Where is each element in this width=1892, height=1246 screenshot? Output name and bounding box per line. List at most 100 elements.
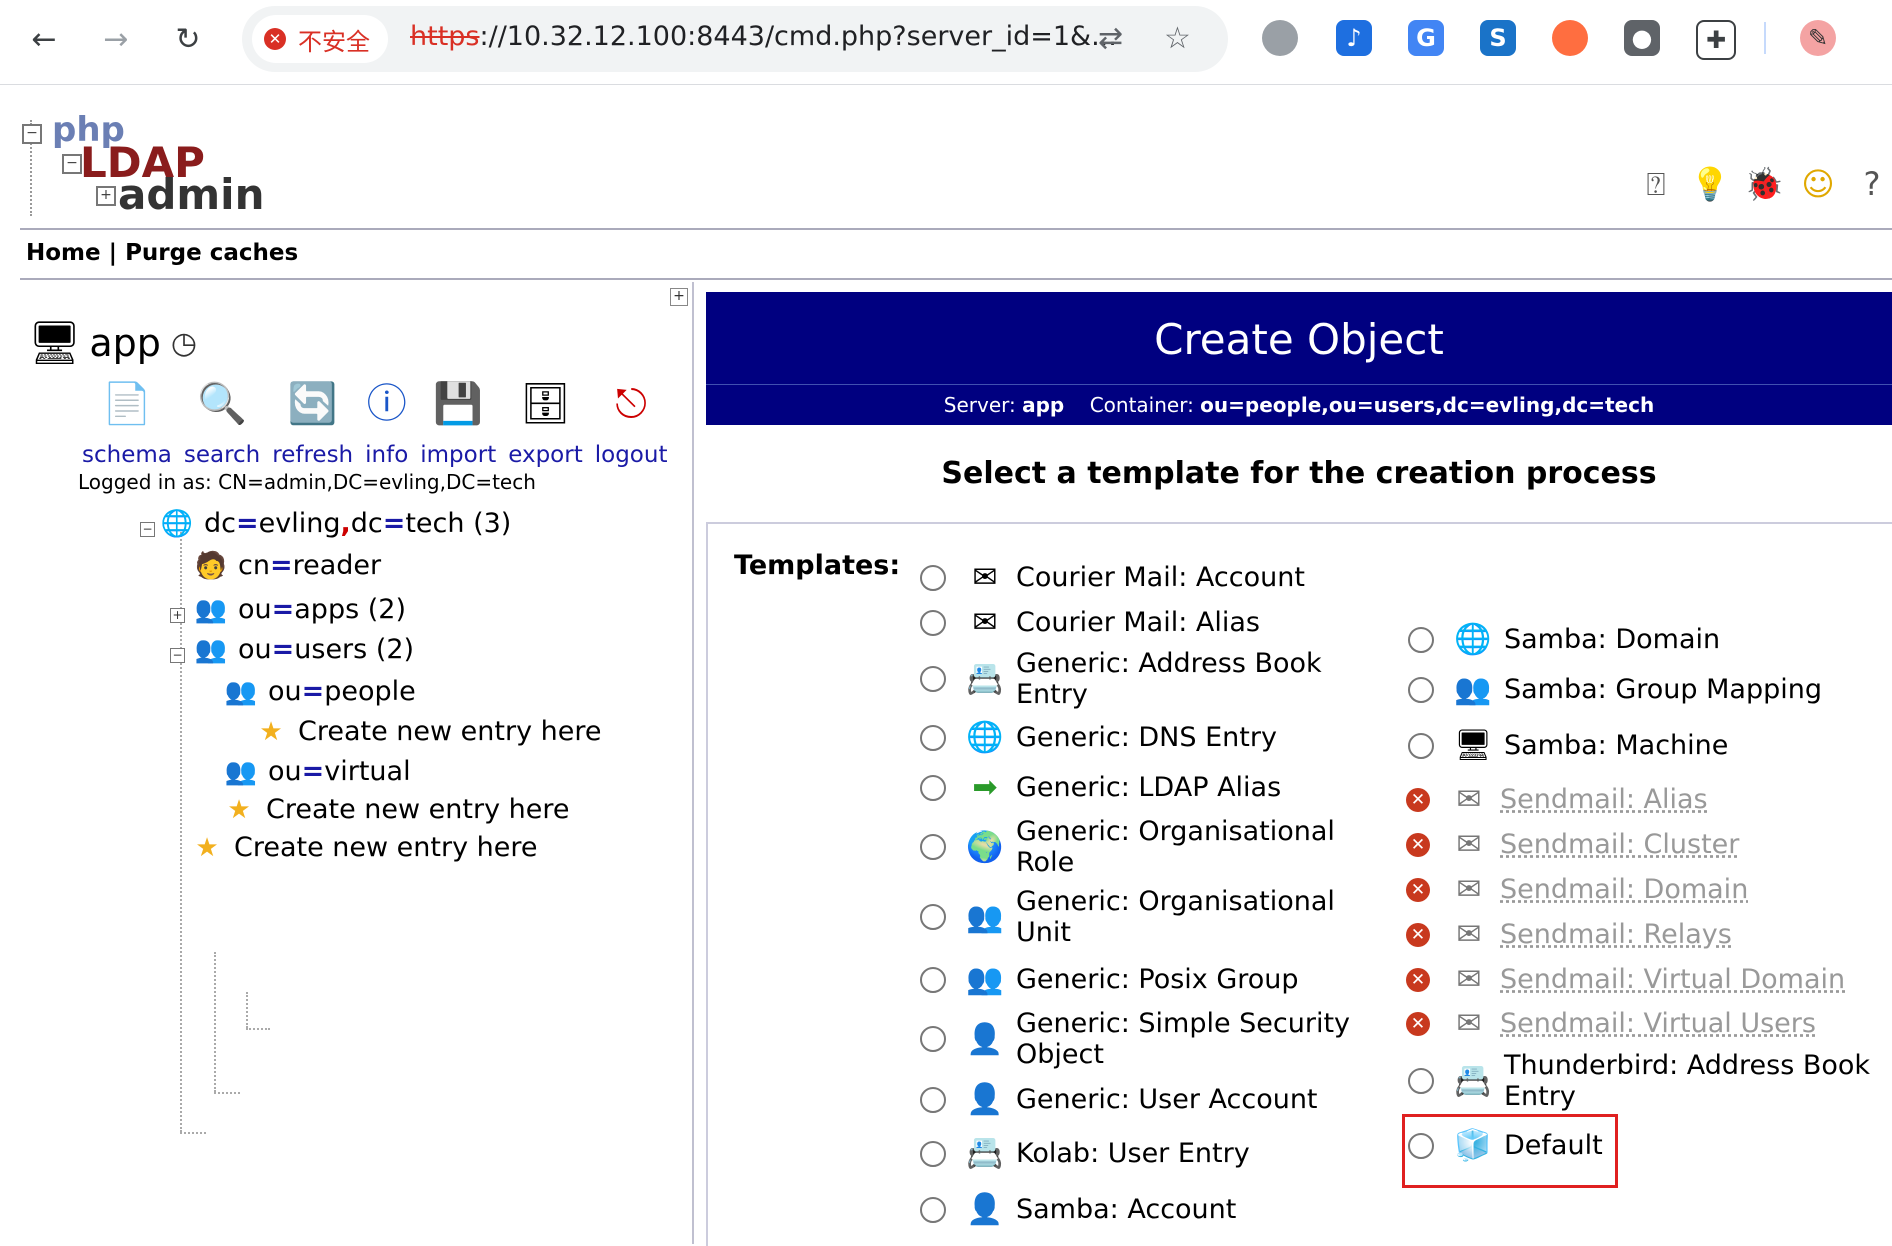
template-samba-machine[interactable]: 🖥 Samba: Machine [1408,728,1728,763]
tree-node-people[interactable]: 👥 ou=people [224,676,416,707]
tree-node-apps[interactable]: 👥 ou=apps (2) [194,594,406,625]
template-radio[interactable] [1408,626,1434,653]
forward-button[interactable]: → [94,18,138,62]
back-button[interactable]: ← [22,18,66,62]
template-user-account[interactable]: 👤 Generic: User Account [920,1082,1318,1117]
template-simple-security[interactable]: 👤 Generic: Simple Security Object [920,1008,1350,1070]
template-radio[interactable] [920,724,946,751]
extension-incognito-icon[interactable]: ● [1624,20,1660,56]
tree-node-virtual[interactable]: 👥 ou=virtual [224,756,411,787]
template-ldap-alias[interactable]: ➡ Generic: LDAP Alias [920,770,1281,805]
reload-button[interactable]: ↻ [166,18,210,62]
url-text[interactable]: https://10.32.12.100:8443/cmd.php?server… [410,21,1117,52]
help-globe-icon[interactable]: ? [1852,164,1892,204]
template-samba-domain[interactable]: 🌐 Samba: Domain [1408,622,1720,657]
template-sendmail-cluster[interactable]: ✕ ✉ Sendmail: Cluster [1406,827,1739,862]
tree-node-label: cn=reader [238,550,382,581]
address-bar[interactable]: ✕ 不安全 https://10.32.12.100:8443/cmd.php?… [242,6,1228,72]
template-radio[interactable] [920,564,946,591]
tree-node-reader[interactable]: 🧑 cn=reader [194,550,381,581]
template-radio[interactable] [920,1086,946,1113]
collapse-users-toggle[interactable]: − [170,648,185,663]
create-entry-users[interactable]: ★ Create new entry here [222,794,569,825]
logo-minus-box: − [22,124,42,144]
disabled-icon: ✕ [1406,922,1430,947]
top-menu: Home | Purge caches [26,240,298,266]
tool-logout[interactable]: ⎋ logout [595,378,668,468]
expand-apps-toggle[interactable]: + [170,608,185,623]
template-address-book[interactable]: 📇 Generic: Address Book Entry [920,648,1322,710]
template-radio[interactable] [920,609,946,636]
tree-line [214,952,216,1092]
default-template-highlight [1402,1114,1618,1188]
bookmark-star-icon[interactable]: ☆ [1164,21,1191,56]
template-kolab-user[interactable]: 📇 Kolab: User Entry [920,1136,1250,1171]
search-icon: 🔍 [197,381,247,427]
template-dns-entry[interactable]: 🌐 Generic: DNS Entry [920,720,1277,755]
template-courier-alias[interactable]: ✉ Courier Mail: Alias [920,605,1260,640]
security-chip[interactable]: ✕ 不安全 [252,15,388,63]
template-radio[interactable] [920,1026,946,1052]
template-thunderbird[interactable]: 📇 Thunderbird: Address Book Entry [1408,1050,1870,1112]
purge-caches-link[interactable]: Purge caches [125,240,298,266]
template-radio[interactable] [920,666,946,692]
extension-circle-icon[interactable] [1262,20,1298,56]
group-icon: 👥 [194,594,228,625]
logo-minus-box: − [62,154,82,174]
template-radio[interactable] [920,904,946,930]
collapse-root-toggle[interactable]: − [140,522,155,537]
tree-node-label: ou=users (2) [238,634,415,665]
warning-icon: ✕ [264,28,286,50]
template-radio[interactable] [1408,1068,1434,1094]
tool-export[interactable]: 🗄 export [508,378,583,468]
create-entry-people[interactable]: ★ Create new entry here [254,716,601,747]
translate-icon[interactable]: ⇄ [1098,21,1123,56]
template-courier-account[interactable]: ✉ Courier Mail: Account [920,560,1305,595]
template-radio[interactable] [920,1196,946,1223]
template-samba-account[interactable]: 👤 Samba: Account [920,1192,1236,1227]
page-title: Create Object [706,292,1892,384]
template-org-role[interactable]: 🌍 Generic: Organisational Role [920,816,1335,878]
extensions-puzzle-icon[interactable]: ✚ [1696,20,1736,60]
tool-refresh[interactable]: 🔄 refresh [272,378,353,468]
bug-icon[interactable]: 🐞 [1744,164,1784,204]
template-sendmail-domain[interactable]: ✕ ✉ Sendmail: Domain [1406,872,1748,907]
tree-line [246,1028,270,1030]
create-entry-root[interactable]: ★ Create new entry here [190,832,537,863]
tool-import[interactable]: 💾 import [420,378,496,468]
template-org-unit[interactable]: 👥 Generic: Organisational Unit [920,886,1335,948]
help-icon[interactable]: ⍰ [1636,164,1676,204]
tool-schema[interactable]: 📄 schema [82,378,172,468]
template-posix-group[interactable]: 👥 Generic: Posix Group [920,962,1299,997]
template-radio[interactable] [1408,676,1434,703]
templates-label: Templates: [734,550,901,581]
extension-music-icon[interactable]: ♪ [1336,20,1372,56]
template-sendmail-virtual-domain[interactable]: ✕ ✉ Sendmail: Virtual Domain [1406,962,1845,997]
tree-node-root[interactable]: 🌐 dc=evling,dc=tech (3) [160,508,512,539]
server-name[interactable]: app [89,321,161,365]
template-samba-group-mapping[interactable]: 👥 Samba: Group Mapping [1408,672,1822,707]
template-radio[interactable] [920,834,946,860]
smiley-icon[interactable]: ☺ [1798,164,1838,204]
extension-s-icon[interactable]: S [1480,20,1516,56]
home-link[interactable]: Home [26,240,101,266]
group-icon: 👥 [224,676,258,707]
clock-icon[interactable]: ◷ [171,326,197,361]
lightbulb-icon[interactable]: 💡 [1690,164,1730,204]
template-radio[interactable] [920,1140,946,1167]
tool-search[interactable]: 🔍 search [184,378,260,468]
tree-node-users[interactable]: 👥 ou=users (2) [194,634,414,665]
template-sendmail-alias[interactable]: ✕ ✉ Sendmail: Alias [1406,782,1708,817]
template-radio[interactable] [920,774,946,801]
tree-line [180,1132,206,1134]
user-icon: 👤 [966,1082,1004,1117]
template-radio[interactable] [1408,732,1434,759]
profile-avatar[interactable]: ✎ [1800,20,1836,56]
extension-translate-icon[interactable]: G [1408,20,1444,56]
template-radio[interactable] [920,966,946,993]
template-sendmail-virtual-users[interactable]: ✕ ✉ Sendmail: Virtual Users [1406,1006,1816,1041]
expand-panel-button[interactable]: + [670,288,688,306]
tool-info[interactable]: ⓘ info [365,378,408,468]
extension-orange-icon[interactable] [1552,20,1588,56]
template-sendmail-relays[interactable]: ✕ ✉ Sendmail: Relays [1406,917,1732,952]
